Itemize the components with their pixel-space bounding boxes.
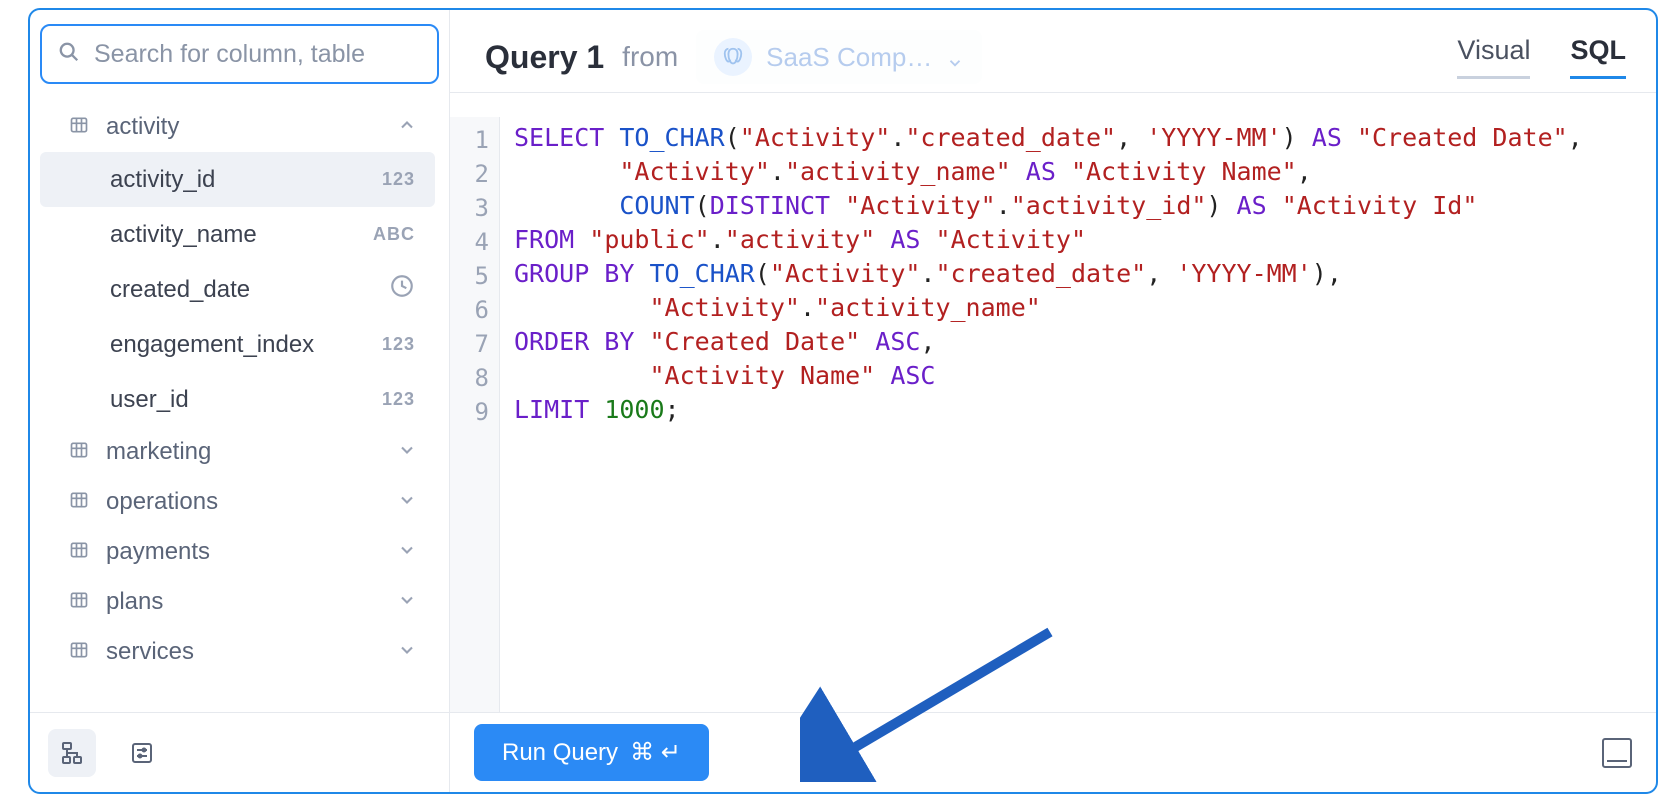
editor-tabs: Visual SQL — [1457, 35, 1626, 79]
from-label: from — [622, 41, 678, 73]
table-icon — [68, 490, 90, 515]
column-created_date[interactable]: created_date — [40, 262, 435, 317]
column-name: created_date — [110, 276, 389, 304]
table-services[interactable]: services — [40, 627, 435, 677]
column-name: engagement_index — [110, 331, 382, 359]
line-number: 9 — [456, 395, 489, 429]
table-icon — [68, 115, 90, 140]
run-shortcut: ⌘ ↵ — [630, 738, 681, 767]
sidebar: activity activity_id123activity_nameABCc… — [30, 10, 450, 712]
chevron-down-icon — [397, 640, 435, 665]
settings-panel-button[interactable] — [118, 729, 166, 777]
search-box[interactable] — [40, 24, 439, 84]
line-number: 8 — [456, 361, 489, 395]
query-title: Query 1 — [485, 39, 604, 76]
line-number: 1 — [456, 123, 489, 157]
footer-main: Run Query ⌘ ↵ — [450, 713, 1656, 792]
column-type: 123 — [382, 169, 415, 190]
chevron-down-icon — [397, 440, 435, 465]
main-panel: Query 1 from SaaS Comp… Visual SQL — [450, 10, 1656, 712]
toggle-results-panel-button[interactable] — [1602, 738, 1632, 768]
table-label: activity — [106, 113, 381, 141]
chevron-down-icon — [397, 540, 435, 565]
line-gutter: 123456789 — [450, 117, 500, 712]
column-name: activity_id — [110, 166, 382, 194]
search-icon — [58, 41, 80, 68]
search-input[interactable] — [94, 40, 421, 69]
run-query-button[interactable]: Run Query ⌘ ↵ — [474, 724, 709, 781]
datasource-name: SaaS Comp… — [766, 42, 932, 73]
column-type: 123 — [382, 334, 415, 355]
line-number: 3 — [456, 191, 489, 225]
column-engagement_index[interactable]: engagement_index123 — [40, 317, 435, 372]
line-number: 4 — [456, 225, 489, 259]
postgres-icon — [714, 38, 752, 76]
chevron-down-icon — [946, 48, 964, 66]
footer-bar: Run Query ⌘ ↵ — [30, 712, 1656, 792]
body-row: activity activity_id123activity_nameABCc… — [30, 10, 1656, 712]
sql-editor[interactable]: 123456789 SELECT TO_CHAR("Activity"."cre… — [450, 93, 1656, 712]
line-number: 5 — [456, 259, 489, 293]
table-label: operations — [106, 488, 381, 516]
column-activity_id[interactable]: activity_id123 — [40, 152, 435, 207]
line-number: 2 — [456, 157, 489, 191]
table-icon — [68, 540, 90, 565]
run-query-label: Run Query — [502, 739, 618, 767]
column-name: user_id — [110, 386, 382, 414]
column-user_id[interactable]: user_id123 — [40, 372, 435, 427]
footer-left — [30, 713, 450, 792]
table-payments[interactable]: payments — [40, 527, 435, 577]
app-frame: activity activity_id123activity_nameABCc… — [28, 8, 1658, 794]
query-header: Query 1 from SaaS Comp… Visual SQL — [450, 10, 1656, 93]
table-plans[interactable]: plans — [40, 577, 435, 627]
table-label: plans — [106, 588, 381, 616]
schema-tree: activity activity_id123activity_nameABCc… — [40, 102, 439, 712]
table-icon — [68, 640, 90, 665]
column-activity_name[interactable]: activity_nameABC — [40, 207, 435, 262]
code-area[interactable]: SELECT TO_CHAR("Activity"."created_date"… — [500, 117, 1656, 712]
tab-sql[interactable]: SQL — [1570, 35, 1626, 79]
chevron-down-icon — [397, 590, 435, 615]
chevron-down-icon — [397, 490, 435, 515]
table-icon — [68, 440, 90, 465]
chevron-up-icon — [397, 115, 435, 140]
table-icon — [68, 590, 90, 615]
datasource-selector[interactable]: SaaS Comp… — [696, 30, 982, 84]
table-label: marketing — [106, 438, 381, 466]
tab-visual[interactable]: Visual — [1457, 35, 1530, 79]
clock-icon — [389, 273, 415, 306]
schema-view-button[interactable] — [48, 729, 96, 777]
table-label: payments — [106, 538, 381, 566]
table-label: services — [106, 638, 381, 666]
line-number: 7 — [456, 327, 489, 361]
table-activity[interactable]: activity — [40, 102, 435, 152]
table-operations[interactable]: operations — [40, 477, 435, 527]
table-marketing[interactable]: marketing — [40, 427, 435, 477]
column-type: 123 — [382, 389, 415, 410]
line-number: 6 — [456, 293, 489, 327]
column-name: activity_name — [110, 221, 373, 249]
column-type: ABC — [373, 224, 415, 245]
